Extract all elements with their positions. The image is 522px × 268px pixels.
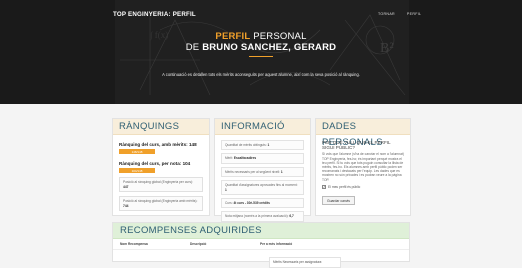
rank-grade-bar: 104/148: [119, 168, 155, 173]
info-row: Quantitat d'assignatures aprovades fins …: [221, 180, 304, 196]
nav-profile-link[interactable]: PERFIL: [407, 12, 421, 16]
rank-global-merits-value: 744: [123, 203, 129, 208]
page-title-line1: PERFIL PERSONAL: [0, 31, 522, 42]
info-row-label: Mèrit:: [225, 156, 233, 161]
page-title-line2: DE BRUNO SANCHEZ, GERARD: [0, 42, 522, 53]
info-row: Curs: 4t curs - 30è-539 crèdits: [221, 198, 304, 209]
checkbox[interactable]: ✓: [322, 184, 326, 189]
merits-required-box: Mèrits Necessaris per assignatura:: [269, 257, 341, 268]
title-prefix: DE: [185, 42, 203, 53]
info-row: Mèrits necessaris per al següent nivell:…: [221, 166, 304, 178]
rewards-section: RECOMPENSES ADQUIRIDES Nom Recompensa De…: [112, 222, 410, 262]
info-row-value: 6,7: [289, 214, 294, 219]
rank-merits-value: 148: [188, 142, 197, 147]
personal-data-card: DADES PERSONALS PER QUÈ VULL QUE EL PERF…: [315, 118, 411, 216]
rank-global-merits-box: Posició al rànquing global (Enginyeria a…: [119, 196, 203, 212]
col-description: Descripció: [190, 242, 207, 246]
rankings-heading: RÀNQUINGS: [113, 119, 209, 135]
rank-grade-value: 104: [182, 161, 191, 166]
col-reward-name: Nom Recompensa: [120, 242, 148, 246]
info-row-label: Mèrits necessaris per al següent nivell:: [225, 169, 280, 174]
brand-title[interactable]: TOP ENGINYERIA: PERFIL: [113, 11, 196, 18]
info-row-value: 1: [225, 187, 227, 192]
info-row-value: Escalfacadires: [233, 156, 257, 161]
rank-global-course-text: Posició al rànquing global (Enginyeria p…: [123, 180, 194, 184]
rewards-table-header: Nom Recompensa Descripció Per a més info…: [113, 239, 409, 250]
save-changes-button[interactable]: Guardar canvis: [322, 196, 355, 206]
info-row: Quantitat de mèrits obtinguts: 1: [221, 140, 304, 151]
title-divider: [249, 56, 273, 57]
rank-merits-title: Rànquing del curs, amb mèrits: 148: [119, 142, 203, 147]
rank-grade-bar-label: 104/148: [131, 168, 143, 173]
info-row: Nota mitjana (només a la primera avaluac…: [221, 211, 304, 222]
nav-back-link[interactable]: TORNAR: [378, 12, 395, 16]
info-row-label: Quantitat d'assignatures aprovades fins …: [225, 183, 298, 188]
merits-required-label: Mèrits Necessaris per assignatura:: [273, 260, 323, 264]
checkbox-label: El meu perfil és públic: [328, 184, 361, 189]
rewards-heading: RECOMPENSES ADQUIRIDES: [113, 223, 409, 239]
rank-merits-bar: 148/148: [119, 149, 155, 154]
info-rows: Quantitat de mèrits obtinguts: 1 Mèrit: E…: [215, 135, 310, 230]
title-rest: PERSONAL: [250, 31, 307, 42]
info-card: INFORMACIÓ Quantitat de mèrits obtinguts…: [214, 118, 311, 222]
top-nav: TORNAR PERFIL: [378, 12, 421, 16]
info-row-label: Curs:: [225, 201, 233, 206]
info-row-label: Nota mitjana (només a la primera avaluac…: [225, 214, 289, 219]
info-row: Mèrit: Escalfacadires: [221, 153, 304, 164]
intro-text: A continuació es detallen tots els mèrit…: [162, 72, 360, 77]
personal-heading: DADES PERSONALS: [316, 119, 410, 148]
student-name: BRUNO SANCHEZ, GERARD: [202, 42, 337, 53]
info-row-value: 4t curs - 30è-539 crèdits: [233, 201, 270, 206]
info-heading: INFORMACIÓ: [215, 119, 310, 135]
rank-global-course-value: 447: [123, 184, 129, 189]
info-row-label: Quantitat de mèrits obtinguts:: [225, 143, 267, 147]
col-more-info: Per a més informació: [260, 242, 293, 246]
rank-global-course-box: Posició al rànquing global (Enginyeria p…: [119, 177, 203, 193]
rank-global-merits-text: Posició al rànquing global (Enginyeria a…: [123, 199, 198, 204]
rank-grade-label: Rànquing del curs, per nota:: [119, 161, 182, 166]
info-row-value: 1: [267, 143, 270, 147]
rank-grade-title: Rànquing del curs, per nota: 104: [119, 161, 203, 166]
public-profile-checkbox-row[interactable]: ✓ El meu perfil és públic: [322, 184, 404, 189]
public-profile-explanation: Si vols que l'alumne (s'ha de canviar el…: [322, 152, 404, 182]
hero-banner: B² ∫ f(x) TOP ENGINYERIA: PERFIL TORNAR …: [0, 0, 522, 104]
rank-merits-bar-label: 148/148: [131, 149, 143, 154]
rankings-card: RÀNQUINGS Rànquing del curs, amb mèrits:…: [112, 118, 210, 216]
title-highlight: PERFIL: [215, 31, 251, 42]
rank-merits-label: Rànquing del curs, amb mèrits:: [119, 142, 188, 147]
info-row-value: 1: [280, 169, 283, 174]
